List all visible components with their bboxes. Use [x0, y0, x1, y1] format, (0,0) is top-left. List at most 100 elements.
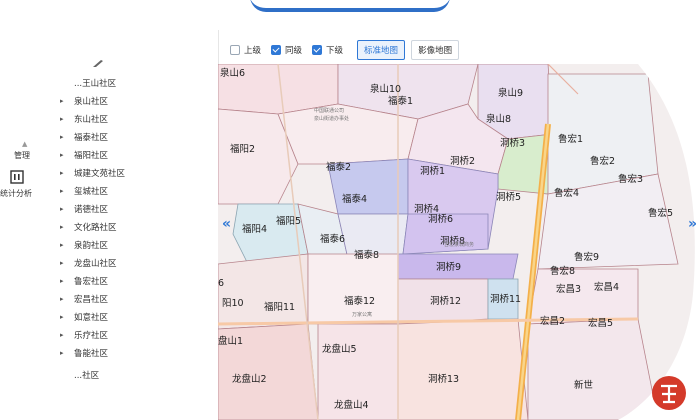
region-label: 福阳4 — [242, 223, 267, 235]
community-list: ...王山社区 ▸ 泉山社区 ▸ 东山社区 ▸ 福泰社区 ▸ 福阳社区 ▸ 城建文苑社区 … — [46, 30, 219, 420]
region-label: 鲁宏5 — [648, 207, 673, 219]
list-item-label: 鲁能社区 — [74, 349, 109, 359]
region-label: 洞桥6 — [428, 213, 453, 225]
list-item-label: 文化路社区 — [74, 223, 117, 233]
list-item[interactable]: ▸ 玺城社区 — [46, 182, 218, 200]
list-item-label: 泉山社区 — [74, 97, 109, 107]
pan-right-icon[interactable]: » — [688, 216, 697, 232]
region-label: 洞桥3 — [500, 137, 525, 149]
list-item-label: 鲁宏社区 — [74, 277, 109, 287]
filter-upper[interactable]: 上级 — [230, 44, 261, 56]
list-item[interactable]: ▸ 福泰社区 — [46, 128, 218, 146]
region-label: 福阳2 — [230, 143, 255, 155]
caret-right-icon: ▸ — [60, 115, 64, 123]
street-label: 万家公寓 — [352, 311, 372, 318]
map-view[interactable]: 泉山6 泉山10 福泰1 泉山9 泉山8 洞桥3 鲁宏1 鲁宏2 福阳2 福泰2… — [218, 64, 700, 420]
caret-right-icon: ▸ — [60, 187, 64, 195]
region-label: 宏昌2 — [540, 315, 565, 327]
list-item[interactable]: ▸ 泉山社区 — [46, 92, 218, 110]
region-label: 福泰8 — [354, 249, 379, 261]
region-label: 新世 — [574, 379, 594, 391]
list-item-label: ...王山社区 — [74, 79, 117, 89]
list-item[interactable]: ▸ 福阳社区 — [46, 146, 218, 164]
upper-checkbox[interactable] — [230, 45, 240, 55]
street-label: 中国联通公司 — [314, 107, 344, 114]
filter-lower[interactable]: 下级 — [312, 44, 343, 56]
rail-item-label: 管理 — [14, 151, 30, 160]
list-item[interactable]: ▸ 龙盘山社区 — [46, 254, 218, 272]
region-label: 龙盘山5 — [322, 343, 357, 355]
region-label: 福泰12 — [344, 295, 375, 307]
caret-right-icon: ▸ — [60, 169, 64, 177]
list-item[interactable]: ▸ 乐疗社区 — [46, 326, 218, 344]
region-label: 阳10 — [222, 298, 244, 309]
watermark-logo — [652, 376, 686, 410]
caret-right-icon: ▸ — [60, 223, 64, 231]
list-item[interactable]: ▸ 鲁能社区 — [46, 344, 218, 362]
region-label: 福泰1 — [388, 95, 413, 107]
region-label: 洞桥1 — [420, 165, 445, 177]
caret-right-icon: ▸ — [60, 205, 64, 213]
list-item-label: 福泰社区 — [74, 133, 109, 143]
caret-right-icon: ▸ — [60, 97, 64, 105]
region-label: 福泰4 — [342, 193, 367, 205]
lower-checkbox[interactable] — [312, 45, 323, 55]
filter-label: 同级 — [285, 46, 303, 56]
header-decor — [250, 0, 450, 12]
region-label: 鲁宏8 — [550, 265, 575, 277]
caret-right-icon: ▸ — [60, 349, 64, 357]
region-label: 鲁宏1 — [558, 133, 583, 145]
list-item-label: 宏昌社区 — [74, 295, 109, 305]
region-label: 宏昌4 — [594, 281, 619, 293]
rail-item-manage[interactable]: 管理 — [14, 150, 30, 161]
caret-right-icon: ▸ — [60, 259, 64, 267]
list-item[interactable]: ...王山社区 — [46, 74, 218, 92]
filter-label: 上级 — [244, 46, 262, 56]
pan-left-icon[interactable]: « — [222, 216, 231, 232]
level-filter-bar: 上级 同级 下级 标准地图 影像地图 — [220, 36, 700, 64]
list-item-label: 东山社区 — [74, 115, 109, 125]
rail-item-label: 统计分析 — [0, 189, 32, 198]
satellite-map-button[interactable]: 影像地图 — [411, 40, 460, 60]
list-item-label: 如意社区 — [74, 313, 109, 323]
left-rail: ▲ 管理 统计分析 — [0, 0, 46, 420]
region-label: 盘山1 — [218, 335, 243, 347]
same-checkbox[interactable] — [271, 45, 282, 55]
filter-same[interactable]: 同级 — [271, 44, 302, 56]
region-label: 鲁宏4 — [554, 187, 579, 199]
list-item[interactable]: ...社区 — [46, 366, 218, 384]
list-item[interactable]: ▸ 鲁宏社区 — [46, 272, 218, 290]
list-item-label: 龙盘山社区 — [74, 259, 117, 269]
region-label: 鲁宏2 — [590, 155, 615, 167]
list-item-label: 福阳社区 — [74, 151, 109, 161]
caret-right-icon: ▸ — [60, 331, 64, 339]
caret-right-icon: ▸ — [60, 151, 64, 159]
caret-right-icon: ▸ — [60, 241, 64, 249]
region-label: 龙盘山2 — [232, 373, 267, 385]
list-item-label: 乐疗社区 — [74, 331, 109, 341]
caret-right-icon: ▸ — [60, 277, 64, 285]
list-item[interactable]: ▸ 诺德社区 — [46, 200, 218, 218]
map-canvas[interactable]: 泉山6 泉山10 福泰1 泉山9 泉山8 洞桥3 鲁宏1 鲁宏2 福阳2 福泰2… — [218, 64, 700, 420]
list-item-label: 城建文苑社区 — [74, 169, 126, 179]
region-label: 泉山9 — [498, 87, 523, 99]
caret-right-icon: ▸ — [60, 313, 64, 321]
region-label: 鲁宏3 — [618, 173, 643, 185]
region-label: 宏昌5 — [588, 317, 613, 329]
list-item[interactable]: ▸ 文化路社区 — [46, 218, 218, 236]
list-item[interactable]: ▸ 如意社区 — [46, 308, 218, 326]
list-item[interactable]: ▸ 宏昌社区 — [46, 290, 218, 308]
street-label: 吉宏泉城商务 — [444, 241, 474, 248]
list-item[interactable]: ▸ 城建文苑社区 — [46, 164, 218, 182]
list-item-label: ...社区 — [74, 371, 100, 381]
region-label: 泉山6 — [220, 67, 245, 79]
list-item[interactable]: ▸ 东山社区 — [46, 110, 218, 128]
region-label: 洞桥12 — [430, 295, 461, 307]
rail-item-stats[interactable]: 统计分析 — [0, 188, 32, 199]
list-item[interactable]: ▸ 泉韵社区 — [46, 236, 218, 254]
street-label: 泉山街道办事处 — [314, 115, 349, 122]
region-label: 洞桥11 — [490, 293, 521, 305]
region-label: 福阳11 — [264, 301, 295, 313]
region-label: 6 — [218, 278, 224, 289]
standard-map-button[interactable]: 标准地图 — [357, 40, 406, 60]
